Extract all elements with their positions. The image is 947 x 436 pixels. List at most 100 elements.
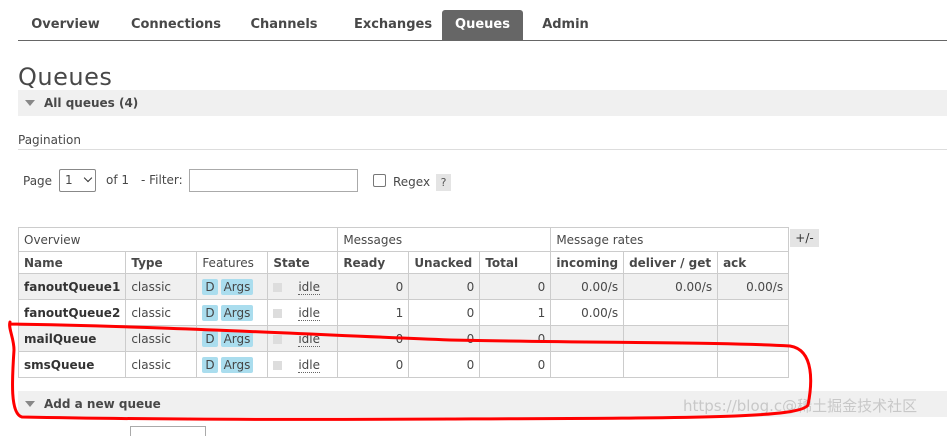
queue-features: D Args [196,325,269,352]
regex-label: Regex [393,175,431,189]
state-text: idle [298,331,320,347]
queue-state: idle [267,273,339,300]
incoming-rate: 0.00/s [550,299,625,326]
total-count: 0 [479,351,552,378]
filter-label: - Filter: [141,173,183,187]
page-title: Queues [18,63,113,91]
table-row[interactable]: smsQueue classic D Args idle 0 0 0 [17,351,790,378]
queue-type: classic [125,351,198,378]
tab-exchanges[interactable]: Exchanges [334,10,452,41]
column-header-ready[interactable]: Ready [337,251,410,274]
collapse-triangle-icon [25,401,35,407]
unacked-count: 0 [408,299,481,326]
page-select-value: 1 [65,173,73,187]
state-indicator-icon [273,334,283,344]
column-header-name[interactable]: Name [17,251,127,274]
state-text: idle [298,279,320,295]
group-header-message-rates: Message rates [550,227,790,252]
page-label: Page [23,174,53,188]
total-count: 0 [479,325,552,352]
table-row[interactable]: fanoutQueue2 classic D Args idle 1 0 1 0.… [17,299,790,326]
regex-checkbox[interactable] [373,174,386,187]
feature-badge-args: Args [220,278,254,295]
column-header-type[interactable]: Type [125,251,198,274]
feature-badge-durable: D [202,304,218,321]
table-row[interactable]: fanoutQueue1 classic D Args idle 0 0 0 0.… [17,273,790,300]
ack-rate: 0.00/s [717,273,790,300]
queue-state: idle [267,351,339,378]
feature-badge-durable: D [202,330,218,347]
queues-table: Overview Messages Message rates Name Typ… [17,227,790,378]
deliver-get-rate [623,351,719,378]
incoming-rate [550,325,625,352]
queue-name-link[interactable]: mailQueue [17,325,127,352]
top-navigation: Overview Connections Channels Exchanges … [18,10,947,41]
new-queue-type-select[interactable] [130,426,206,436]
queue-name-link[interactable]: smsQueue [17,351,127,378]
ready-count: 0 [337,351,410,378]
queue-type: classic [125,325,198,352]
feature-badge-args: Args [220,304,254,321]
tab-queues[interactable]: Queues [442,10,523,41]
column-header-deliver-get[interactable]: deliver / get [623,251,719,274]
collapse-triangle-icon [25,100,35,106]
state-indicator-icon [273,282,283,292]
queue-type: classic [125,273,198,300]
feature-badge-args: Args [220,356,254,373]
regex-help-button[interactable]: ? [436,174,451,191]
deliver-get-rate [623,325,719,352]
table-row[interactable]: mailQueue classic D Args idle 0 0 0 [17,325,790,352]
feature-badge-args: Args [220,330,254,347]
queue-state: idle [267,325,339,352]
toggle-columns-button[interactable]: +/- [790,229,819,247]
ready-count: 0 [337,273,410,300]
ready-count: 0 [337,325,410,352]
state-text: idle [298,357,320,373]
state-indicator-icon [273,360,283,370]
all-queues-label: All queues (4) [44,96,139,110]
state-text: idle [298,305,320,321]
incoming-rate [550,351,625,378]
feature-badge-durable: D [202,278,218,295]
pagination-label: Pagination [18,133,81,147]
group-header-overview: Overview [17,227,339,252]
tab-admin[interactable]: Admin [533,10,598,41]
queue-name-link[interactable]: fanoutQueue1 [17,273,127,300]
column-header-ack[interactable]: ack [717,251,790,274]
page-count-label: of 1 [106,173,130,187]
filter-input[interactable] [189,169,358,192]
all-queues-section-toggle[interactable]: All queues (4) [18,90,947,116]
ack-rate [717,299,790,326]
deliver-get-rate [623,299,719,326]
feature-badge-durable: D [202,356,218,373]
total-count: 1 [479,299,552,326]
page-select[interactable]: 1 [59,169,96,192]
queue-name-link[interactable]: fanoutQueue2 [17,299,127,326]
state-indicator-icon [273,308,283,318]
chevron-down-icon [83,173,93,183]
ack-rate [717,325,790,352]
column-header-unacked[interactable]: Unacked [408,251,481,274]
watermark: https://blog.c@稀土掘金技术社区 [683,397,918,415]
total-count: 0 [479,273,552,300]
queue-features: D Args [196,273,269,300]
tab-connections[interactable]: Connections [118,10,234,41]
queue-type: classic [125,299,198,326]
ack-rate [717,351,790,378]
unacked-count: 0 [408,351,481,378]
queue-state: idle [267,299,339,326]
column-header-total[interactable]: Total [479,251,552,274]
column-header-state[interactable]: State [267,251,339,274]
pagination-divider [18,149,947,150]
queue-features: D Args [196,351,269,378]
add-queue-label: Add a new queue [44,397,161,411]
column-header-features[interactable]: Features [196,251,269,274]
tab-overview[interactable]: Overview [18,10,113,41]
unacked-count: 0 [408,325,481,352]
column-header-incoming[interactable]: incoming [550,251,625,274]
ready-count: 1 [337,299,410,326]
deliver-get-rate: 0.00/s [623,273,719,300]
tab-channels[interactable]: Channels [240,10,328,41]
unacked-count: 0 [408,273,481,300]
queue-features: D Args [196,299,269,326]
